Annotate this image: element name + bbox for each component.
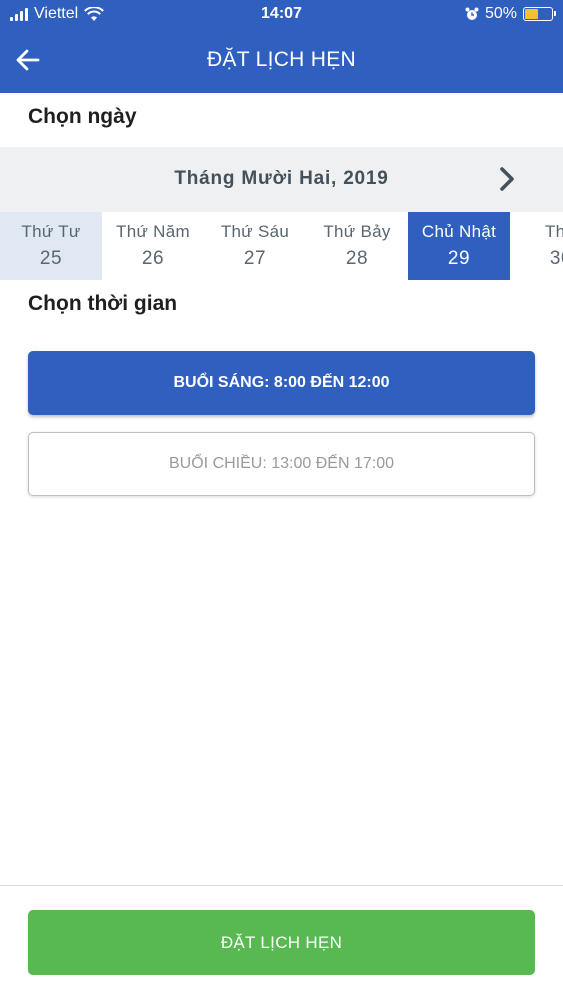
- day-number: 29: [447, 248, 471, 269]
- day-item[interactable]: Thứ Tư 25: [0, 212, 102, 280]
- day-number: 25: [39, 248, 63, 269]
- day-item[interactable]: Thứ Bảy 28: [306, 212, 408, 280]
- chevron-right-icon[interactable]: [494, 165, 520, 193]
- day-item[interactable]: Thứ Sáu 27: [204, 212, 306, 280]
- morning-slot-button[interactable]: BUỔI SÁNG: 8:00 ĐẾN 12:00: [28, 351, 535, 415]
- month-bar: Tháng Mười Hai, 2019: [0, 147, 563, 212]
- battery-icon: [523, 7, 556, 21]
- day-name: Thứ Tư: [21, 222, 81, 241]
- date-section-title: Chọn ngày: [28, 105, 137, 128]
- day-name: Thứ: [544, 222, 563, 241]
- day-number: 28: [345, 248, 369, 269]
- day-item[interactable]: Thứ 30: [510, 212, 563, 280]
- day-item-selected[interactable]: Chủ Nhật 29: [408, 212, 510, 280]
- alarm-icon: [465, 7, 479, 20]
- status-bar: Viettel 14:07 50%: [0, 0, 563, 30]
- status-right: 50%: [465, 5, 556, 23]
- day-number: 27: [243, 248, 267, 269]
- day-item[interactable]: Thứ Năm 26: [102, 212, 204, 280]
- day-number: 26: [141, 248, 165, 269]
- day-name: Thứ Năm: [116, 222, 190, 241]
- time-section-title: Chọn thời gian: [28, 292, 178, 315]
- day-picker: Thứ Tư 25 Thứ Năm 26 Thứ Sáu 27 Thứ Bảy …: [0, 212, 563, 280]
- page-title: ĐẶT LỊCH HẸN: [206, 48, 357, 71]
- footer-divider: [0, 885, 563, 886]
- day-number: 30: [549, 248, 563, 269]
- battery-level: [525, 9, 538, 19]
- day-name: Thứ Bảy: [323, 222, 391, 241]
- afternoon-slot-button[interactable]: BUỔI CHIỀU: 13:00 ĐẾN 17:00: [28, 432, 535, 496]
- day-name: Thứ Sáu: [220, 222, 290, 241]
- battery-percent: 50%: [484, 5, 517, 22]
- day-name: Chủ Nhật: [421, 222, 497, 241]
- book-appointment-button[interactable]: ĐẶT LỊCH HẸN: [28, 910, 535, 975]
- app-header: Viettel 14:07 50% ĐẶT LỊCH HẸN: [0, 0, 563, 93]
- month-label: Tháng Mười Hai, 2019: [174, 168, 389, 189]
